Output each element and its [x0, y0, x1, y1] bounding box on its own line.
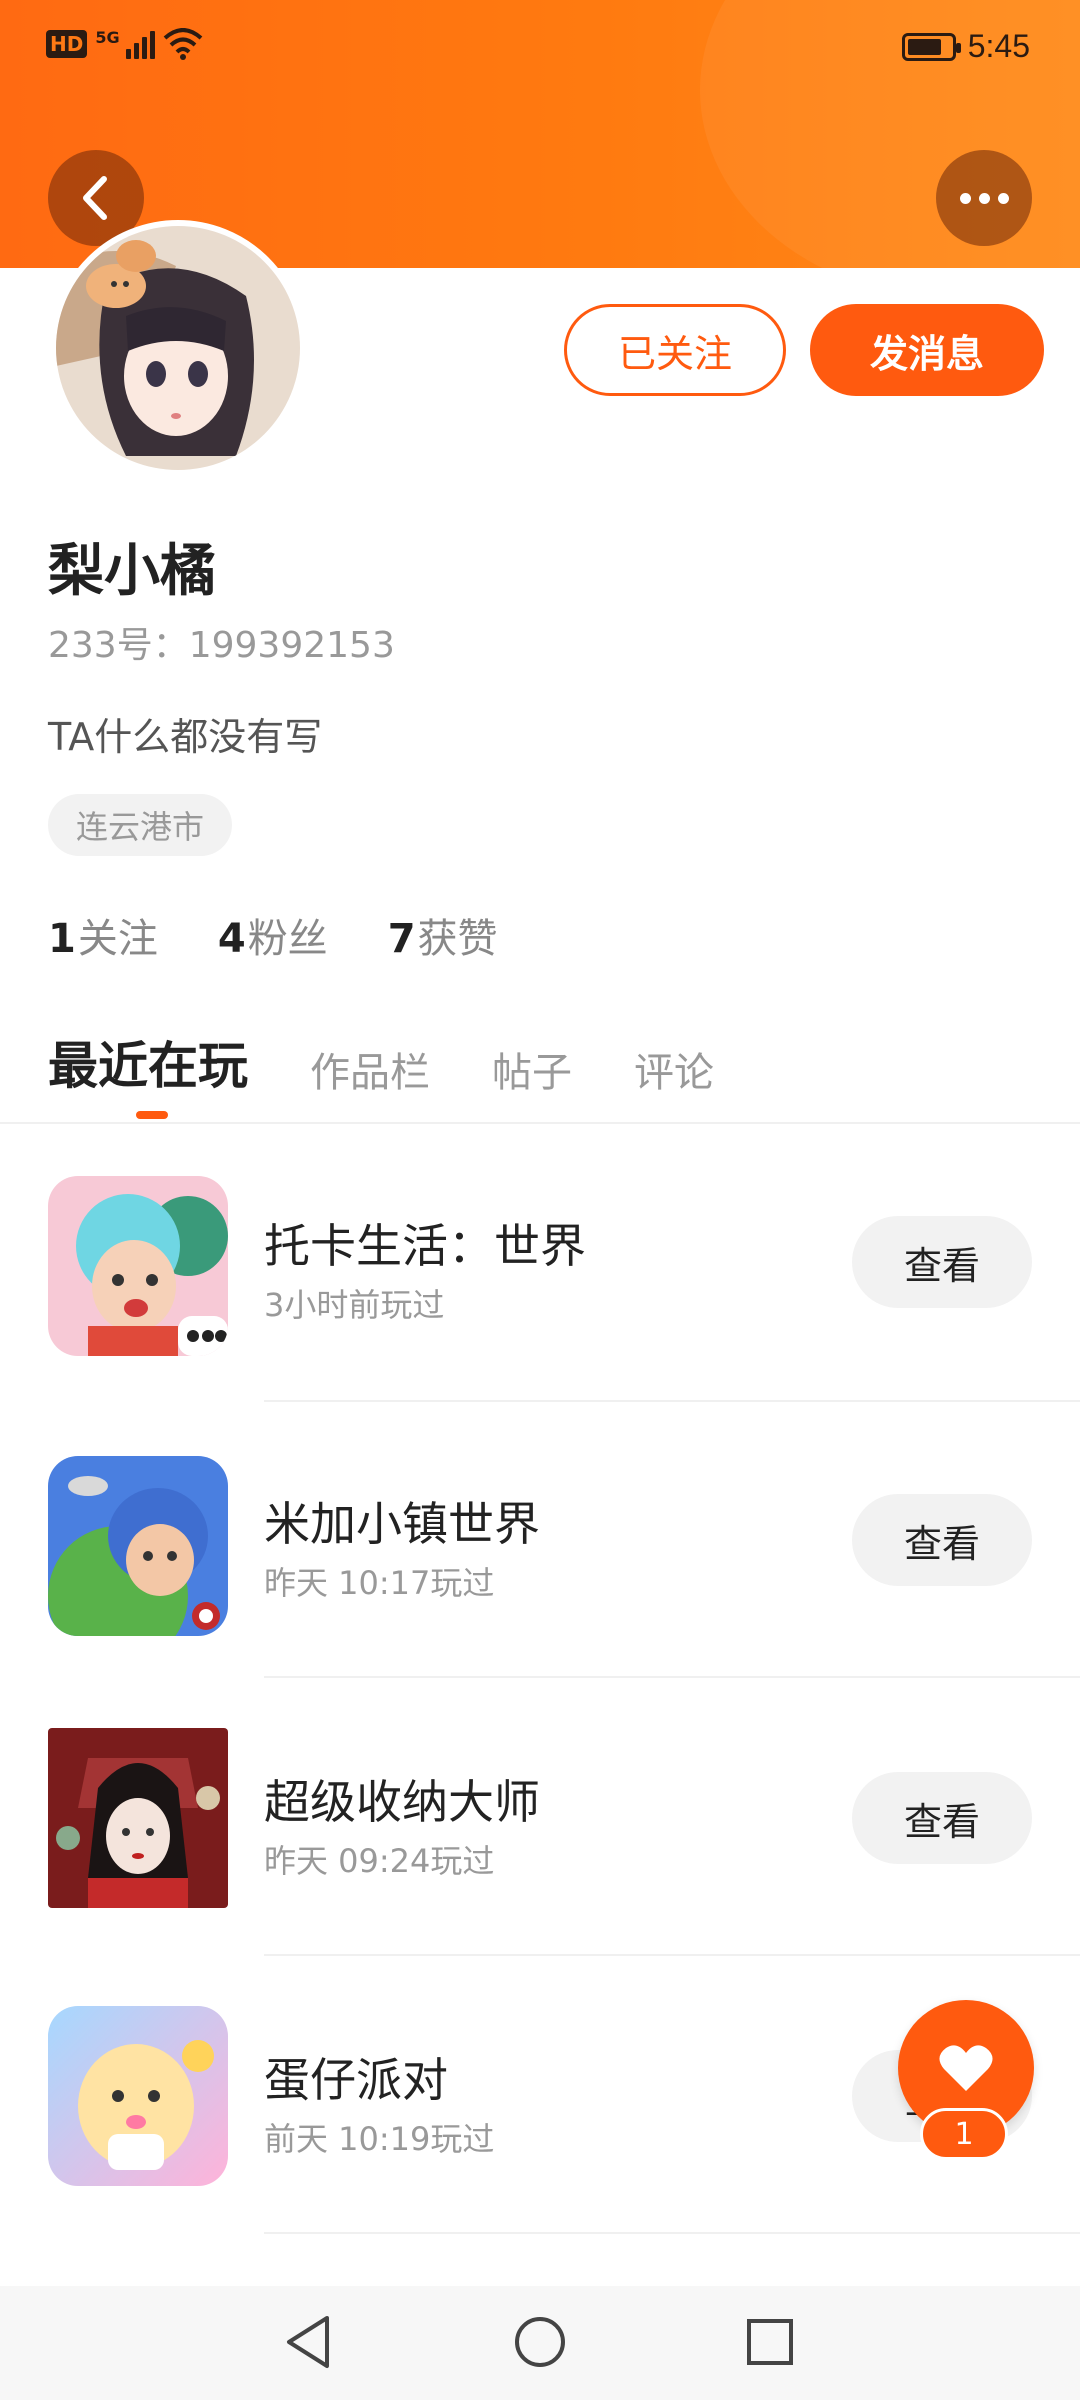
location-tag: 连云港市 [48, 794, 233, 856]
nav-recents-button[interactable] [740, 2312, 800, 2372]
battery-icon [901, 32, 961, 61]
row-divider [264, 2232, 1080, 2234]
network-type: 5G [95, 28, 120, 47]
game-played-time: 前天 10:19玩过 [264, 2120, 495, 2158]
game-icon [48, 1456, 228, 1636]
game-row[interactable]: 米加小镇世界 昨天 10:17玩过 查看 [0, 1440, 1080, 1718]
game-icon [48, 2006, 228, 2186]
tab-indicator [136, 1111, 168, 1119]
heart-icon [939, 2045, 993, 2091]
game-name: 托卡生活：世界 [264, 1219, 586, 1273]
clock: 5:45 [967, 28, 1030, 64]
chevron-left-icon [83, 176, 107, 220]
game-row[interactable]: 托卡生活：世界 3小时前玩过 查看 [0, 1162, 1080, 1440]
avatar[interactable] [50, 220, 306, 476]
stats-row: 1关注 4粉丝 7获赞 [48, 906, 498, 964]
stat-count: 7 [387, 916, 416, 962]
row-divider [264, 1954, 1080, 1956]
stat-label: 关注 [77, 916, 158, 962]
status-right: 5:45 [901, 28, 1030, 65]
nav-back-button[interactable] [278, 2312, 338, 2372]
more-button[interactable] [936, 150, 1032, 246]
divider [0, 1122, 1080, 1124]
hd-badge: HD [46, 30, 88, 58]
status-bar: HD 5G 5:45 [0, 0, 1080, 100]
bio: TA什么都没有写 [48, 715, 323, 759]
tab-comments[interactable]: 评论 [634, 1040, 714, 1098]
game-played-time: 昨天 09:24玩过 [264, 1842, 495, 1880]
stat-label: 获赞 [417, 916, 498, 962]
game-played-time: 3小时前玩过 [264, 1286, 445, 1324]
view-button[interactable]: 查看 [852, 1772, 1032, 1864]
stat-followers[interactable]: 4粉丝 [218, 906, 328, 964]
more-dots-icon [959, 192, 971, 204]
game-name: 蛋仔派对 [264, 2053, 448, 2107]
tab-recently-played[interactable]: 最近在玩 [48, 1026, 248, 1098]
triangle-back-icon [287, 2316, 329, 2368]
status-left: HD 5G [46, 28, 203, 60]
followed-button[interactable]: 已关注 [564, 304, 786, 396]
view-button[interactable]: 查看 [852, 1494, 1032, 1586]
stat-label: 粉丝 [247, 916, 328, 962]
square-recents-icon [747, 2319, 793, 2365]
stat-likes[interactable]: 7获赞 [388, 906, 498, 964]
username: 梨小橘 [48, 539, 216, 604]
game-icon [48, 1728, 228, 1908]
row-divider [264, 1400, 1080, 1402]
tab-works[interactable]: 作品栏 [310, 1040, 430, 1098]
wifi-icon [163, 28, 202, 60]
view-button[interactable]: 查看 [852, 1216, 1032, 1308]
game-row[interactable]: 超级收纳大师 昨天 09:24玩过 查看 [0, 1718, 1080, 1996]
signal-icon [125, 29, 155, 59]
stat-count: 4 [217, 916, 246, 962]
circle-home-icon [515, 2317, 565, 2367]
like-count-badge: 1 [920, 2108, 1008, 2160]
system-nav-bar [0, 2286, 1080, 2400]
game-name: 米加小镇世界 [264, 1497, 540, 1551]
row-divider [264, 1676, 1080, 1678]
send-message-button[interactable]: 发消息 [810, 304, 1044, 396]
tab-bar: 最近在玩 作品栏 帖子 评论 [48, 1026, 776, 1098]
tab-posts[interactable]: 帖子 [492, 1040, 572, 1098]
stat-count: 1 [48, 916, 76, 962]
game-icon [48, 1176, 228, 1356]
game-played-time: 昨天 10:17玩过 [264, 1564, 495, 1602]
game-name: 超级收纳大师 [264, 1775, 540, 1829]
stat-following[interactable]: 1关注 [48, 906, 158, 964]
user-id[interactable]: 233号：199392153 [48, 616, 395, 668]
nav-home-button[interactable] [510, 2312, 570, 2372]
